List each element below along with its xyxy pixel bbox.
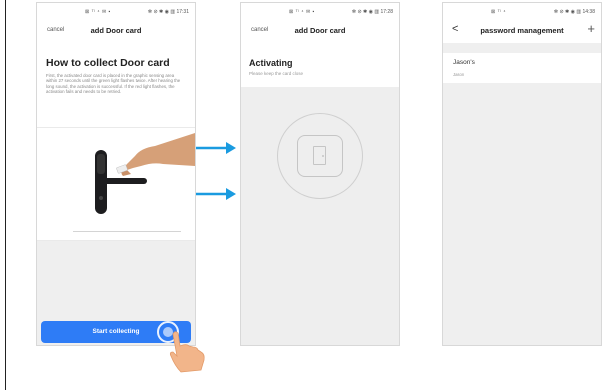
door-knob (322, 155, 324, 157)
page-title: password management (480, 26, 564, 35)
nav-bar: < password management + (443, 19, 601, 43)
activating-heading: Activating (249, 58, 293, 68)
status-signal: ⊠ ᵀˡ ⁴ ✉ ▪ (85, 9, 111, 15)
list-item[interactable]: Jason's Jason (443, 53, 601, 83)
baseline-divider (73, 231, 181, 232)
status-signal: ⊠ ᵀˡ ⁴ ✉ ▪ (289, 9, 315, 15)
entry-owner: Jason (453, 72, 465, 77)
door-lock-illustration (37, 127, 195, 241)
status-bar: ⊠ ᵀˡ ⁴ ✻ ⊘ ✱ ◉ ▥ 14:38 (443, 3, 601, 19)
page-title: add Door card (294, 26, 346, 35)
nav-bar: cancel add Door card (37, 19, 195, 43)
status-bar: ⊠ ᵀˡ ⁴ ✉ ▪ ✻ ⊘ ✱ ◉ ▥ 17:31 (37, 3, 195, 19)
instructions-text: First, the activated door card is placed… (46, 73, 181, 95)
activating-hint: Please keep the card close (249, 71, 304, 76)
activating-panel: Activating Please keep the card close (241, 43, 399, 87)
nav-bar: cancel add Door card (241, 19, 399, 43)
arrow-right-icon (196, 188, 236, 200)
phone-screen-activating: ⊠ ᵀˡ ⁴ ✉ ▪ ✻ ⊘ ✱ ◉ ▥ 17:28 cancel add Do… (240, 2, 400, 346)
door-icon (313, 146, 326, 165)
instructions-panel: How to collect Door card First, the acti… (37, 43, 195, 127)
status-right: ✻ ⊘ ✱ ◉ ▥ 17:28 (351, 9, 393, 15)
card-sensing-circle (277, 113, 363, 199)
status-signal: ⊠ ᵀˡ ⁴ (491, 9, 507, 15)
status-right: ✻ ⊘ ✱ ◉ ▥ 14:38 (553, 9, 595, 15)
status-right: ✻ ⊘ ✱ ◉ ▥ 17:31 (147, 9, 189, 15)
entry-name: Jason's (453, 59, 475, 66)
page-title: add Door card (90, 26, 142, 35)
plus-icon[interactable]: + (587, 21, 595, 36)
arrow-right-icon (196, 142, 236, 154)
instructions-heading: How to collect Door card (46, 57, 170, 69)
page-left-border (5, 0, 6, 390)
phone-screen-collect: ⊠ ᵀˡ ⁴ ✉ ▪ ✻ ⊘ ✱ ◉ ▥ 17:31 cancel add Do… (36, 2, 196, 346)
tap-hand-icon (169, 331, 205, 373)
card-frame (297, 135, 343, 177)
phone-screen-password-management: ⊠ ᵀˡ ⁴ ✻ ⊘ ✱ ◉ ▥ 14:38 < password manage… (442, 2, 602, 346)
status-bar: ⊠ ᵀˡ ⁴ ✉ ▪ ✻ ⊘ ✱ ◉ ▥ 17:28 (241, 3, 399, 19)
lock-and-hand-image (95, 133, 195, 214)
